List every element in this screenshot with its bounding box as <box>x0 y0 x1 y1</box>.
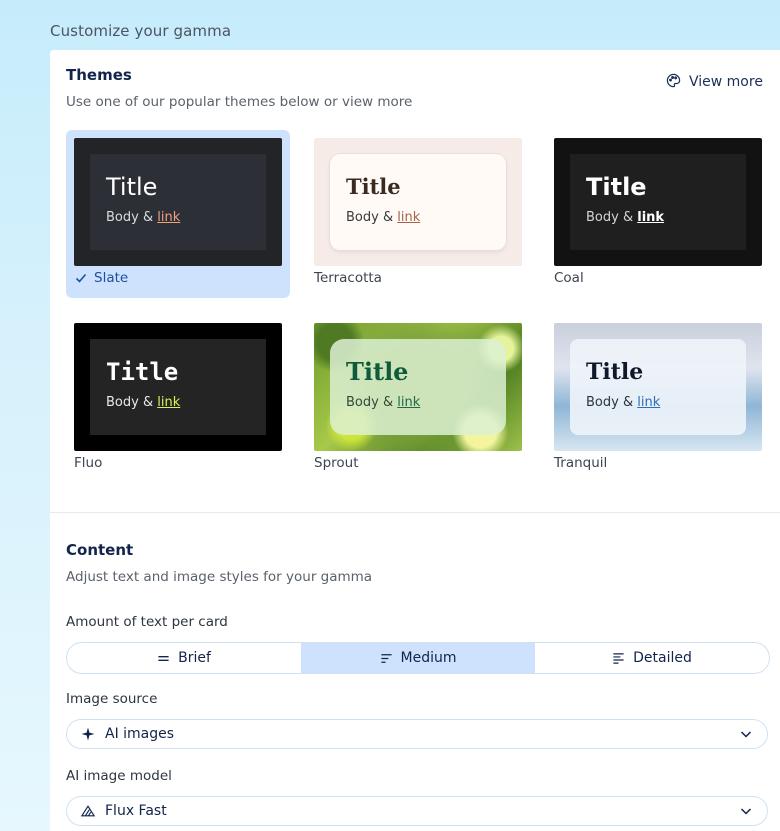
theme-name-label: Tranquil <box>554 455 608 471</box>
preview-link: link <box>397 210 421 225</box>
preview-body: Body & link <box>346 210 421 225</box>
theme-preview: Title Body & link <box>314 323 522 451</box>
preview-link: link <box>637 395 661 410</box>
preview-link: link <box>157 210 181 225</box>
text-amount-brief-button[interactable]: Brief <box>67 643 301 673</box>
theme-card-terracotta[interactable]: Title Body & link Terracotta <box>306 130 530 298</box>
image-source-label: Image source <box>66 691 158 707</box>
preview-body: Body & link <box>586 210 665 225</box>
theme-card-fluo[interactable]: Title Body & link Fluo <box>66 315 290 483</box>
theme-name-label: Coal <box>554 270 584 286</box>
brief-label: Brief <box>178 650 211 666</box>
preview-title: Title <box>106 173 158 201</box>
medium-label: Medium <box>400 650 457 666</box>
text-amount-segmented-control: Brief Medium Detailed <box>66 642 770 674</box>
preview-link: link <box>397 395 421 410</box>
image-source-value: AI images <box>105 726 175 742</box>
image-model-label: AI image model <box>66 768 172 784</box>
detailed-label: Detailed <box>633 650 692 666</box>
theme-preview-card: Title Body & link <box>330 339 506 435</box>
preview-title: Title <box>106 358 179 386</box>
preview-title: Title <box>586 173 647 201</box>
theme-preview-card: Title Body & link <box>90 154 266 250</box>
chevron-down-icon <box>739 727 753 741</box>
page-title: Customize your gamma <box>50 22 232 40</box>
equals-icon <box>157 652 170 665</box>
lines-detailed-icon <box>612 652 625 665</box>
chevron-down-icon <box>739 804 753 818</box>
theme-preview: Title Body & link <box>554 323 762 451</box>
customize-panel: Themes Use one of our popular themes bel… <box>50 50 780 831</box>
text-amount-medium-button[interactable]: Medium <box>301 643 535 673</box>
theme-preview: Title Body & link <box>554 138 762 266</box>
preview-body: Body & link <box>106 395 181 410</box>
theme-preview: Title Body & link <box>314 138 522 266</box>
sparkle-icon <box>81 727 95 741</box>
themes-subtitle: Use one of our popular themes below or v… <box>66 94 413 110</box>
image-source-select[interactable]: AI images <box>66 719 768 749</box>
preview-body: Body & link <box>346 395 421 410</box>
preview-body: Body & link <box>586 395 661 410</box>
preview-link: link <box>157 395 181 410</box>
content-subtitle: Adjust text and image styles for your ga… <box>66 569 373 585</box>
theme-name-label: Terracotta <box>314 270 382 286</box>
theme-name-label: Fluo <box>74 455 103 471</box>
section-divider <box>50 512 780 513</box>
text-amount-label: Amount of text per card <box>66 614 228 630</box>
theme-preview-card: Title Body & link <box>90 339 266 435</box>
theme-card-slate[interactable]: Title Body & link Slate <box>66 130 290 298</box>
theme-card-coal[interactable]: Title Body & link Coal <box>546 130 770 298</box>
theme-card-sprout[interactable]: Title Body & link Sprout <box>306 315 530 483</box>
view-more-button[interactable]: View more <box>666 72 763 92</box>
preview-title: Title <box>346 174 401 199</box>
text-amount-detailed-button[interactable]: Detailed <box>535 643 769 673</box>
theme-preview-card: Title Body & link <box>570 339 746 435</box>
preview-body: Body & link <box>106 210 181 225</box>
view-more-label: View more <box>689 74 763 90</box>
theme-card-tranquil[interactable]: Title Body & link Tranquil <box>546 315 770 483</box>
flux-triangle-icon <box>81 804 95 818</box>
theme-name: Slate <box>74 270 128 286</box>
preview-title: Title <box>346 357 409 386</box>
palette-icon <box>666 73 681 92</box>
preview-title: Title <box>586 359 644 385</box>
theme-preview: Title Body & link <box>74 323 282 451</box>
theme-name-label: Slate <box>94 270 129 286</box>
preview-link: link <box>637 210 665 225</box>
checkmark-icon <box>74 271 88 285</box>
theme-name-label: Sprout <box>314 455 359 471</box>
image-model-value: Flux Fast <box>105 803 167 819</box>
lines-medium-icon <box>380 652 393 665</box>
themes-heading: Themes <box>66 66 132 84</box>
theme-preview-card: Title Body & link <box>570 154 746 250</box>
theme-preview: Title Body & link <box>74 138 282 266</box>
image-model-select[interactable]: Flux Fast <box>66 796 768 826</box>
theme-preview-card: Title Body & link <box>330 154 506 250</box>
content-heading: Content <box>66 541 134 559</box>
